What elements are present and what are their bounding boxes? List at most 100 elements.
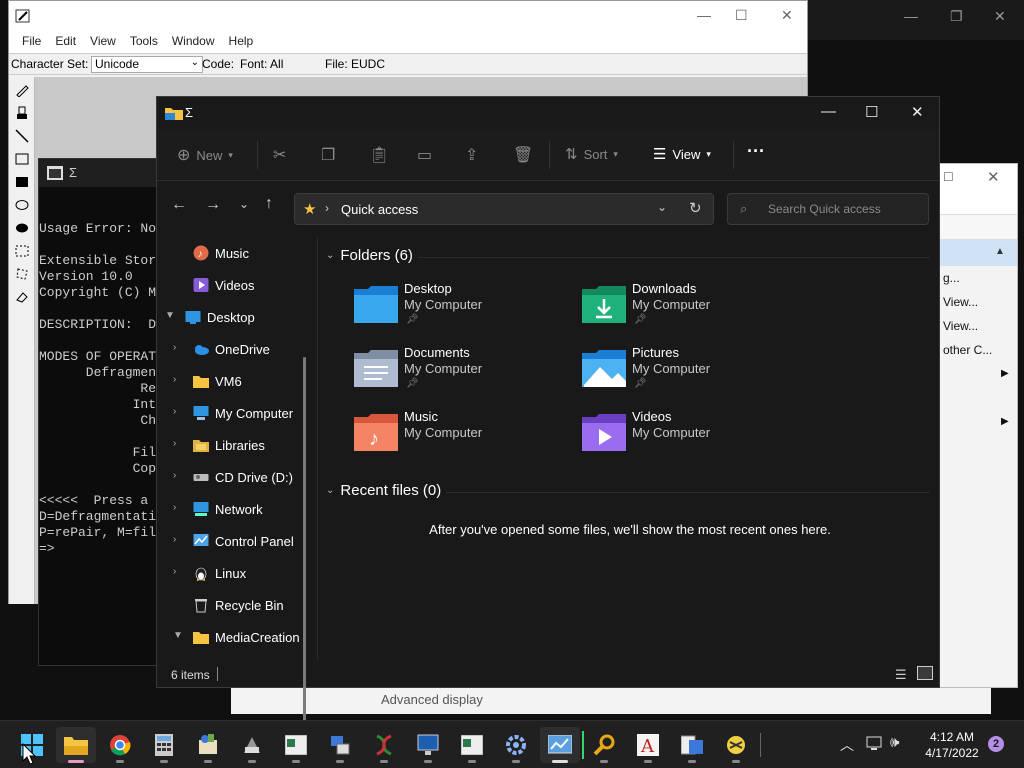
chevron-down-icon[interactable]: ⌄: [657, 200, 667, 214]
sidebar-item-onedrive[interactable]: › OneDrive: [157, 333, 313, 365]
new-button[interactable]: ⊕ New ▾: [177, 145, 233, 165]
back-arrow-icon[interactable]: ←: [171, 196, 187, 214]
background-window-selected-row[interactable]: ▲: [931, 240, 1017, 266]
sidebar-item-music[interactable]: ♪ Music: [157, 237, 313, 269]
list-item-submenu[interactable]: ▶: [931, 410, 1017, 434]
sidebar-item-network[interactable]: › Network: [157, 493, 313, 525]
more-options-button[interactable]: ···: [747, 141, 765, 162]
restore-icon[interactable]: ☐: [943, 170, 954, 184]
folder-tile-downloads[interactable]: Downloads My Computer 📌︎: [582, 281, 802, 337]
details-view-icon[interactable]: ☰: [895, 667, 907, 683]
notification-badge[interactable]: 2: [988, 736, 1004, 752]
close-icon[interactable]: ✕: [911, 103, 924, 121]
copy-button[interactable]: ❐: [321, 145, 335, 165]
taskbar-app[interactable]: [320, 727, 360, 763]
show-hidden-icons-chevron-icon[interactable]: ︿: [840, 735, 854, 755]
taskbar-app-active[interactable]: [540, 727, 580, 763]
chevron-right-icon[interactable]: ›: [173, 502, 176, 513]
delete-button[interactable]: 🗑︎: [513, 145, 533, 165]
taskbar-settings[interactable]: [496, 727, 536, 763]
recent-locations-chevron-icon[interactable]: ⌄: [239, 197, 249, 211]
paste-button[interactable]: 📋︎: [369, 145, 389, 165]
close-icon[interactable]: ✕: [994, 8, 1006, 25]
restore-icon[interactable]: ❐: [950, 8, 963, 25]
close-icon[interactable]: ✕: [987, 168, 1000, 186]
network-status-icon[interactable]: [866, 736, 884, 752]
taskbar-app[interactable]: [716, 727, 756, 763]
sidebar-item-recycle-bin[interactable]: Recycle Bin: [157, 589, 313, 621]
sidebar-item-linux[interactable]: › Linux: [157, 557, 313, 589]
forward-arrow-icon[interactable]: →: [205, 196, 221, 214]
menu-file[interactable]: File: [15, 31, 48, 53]
hollow-ellipse-icon[interactable]: [12, 195, 32, 215]
menu-view[interactable]: View: [83, 31, 123, 53]
sidebar-item-cd-drive-d[interactable]: › CD Drive (D:): [157, 461, 313, 493]
chevron-right-icon[interactable]: ›: [173, 342, 176, 353]
sidebar-item-control-panel[interactable]: › Control Panel: [157, 525, 313, 557]
minimize-icon[interactable]: —: [904, 8, 918, 24]
charset-select[interactable]: Unicode ⌄: [91, 56, 203, 73]
chevron-right-icon[interactable]: ›: [173, 470, 176, 481]
advanced-display-link[interactable]: Advanced display: [381, 692, 483, 707]
filled-rectangle-icon[interactable]: [12, 172, 32, 192]
chevron-right-icon[interactable]: ›: [173, 438, 176, 449]
list-item[interactable]: other C...: [931, 338, 1017, 362]
taskbar-app[interactable]: [232, 727, 272, 763]
sidebar-item-my-computer[interactable]: › My Computer: [157, 397, 313, 429]
hollow-rectangle-icon[interactable]: [12, 149, 32, 169]
chevron-right-icon[interactable]: ›: [173, 534, 176, 545]
sidebar-item-videos[interactable]: Videos: [157, 269, 313, 301]
taskbar-app[interactable]: [188, 727, 228, 763]
clock[interactable]: 4:12 AM 4/17/2022: [918, 729, 986, 761]
rectangular-select-icon[interactable]: [12, 241, 32, 261]
search-input[interactable]: ⌕ Search Quick access: [727, 193, 929, 225]
taskbar-chrome[interactable]: [100, 727, 140, 763]
taskbar-app[interactable]: [408, 727, 448, 763]
sidebar-item-libraries[interactable]: › Libraries: [157, 429, 313, 461]
chevron-down-icon[interactable]: ▼: [165, 310, 175, 321]
maximize-icon[interactable]: ☐: [865, 103, 878, 121]
menu-tools[interactable]: Tools: [123, 31, 165, 53]
sidebar-item-mediacreation[interactable]: ▼ MediaCreation: [157, 621, 313, 653]
taskbar-app[interactable]: [584, 727, 624, 763]
close-icon[interactable]: ✕: [781, 7, 793, 24]
pencil-icon[interactable]: [12, 80, 32, 100]
list-item[interactable]: View...: [931, 314, 1017, 338]
sort-button[interactable]: ⇅ Sort ▾: [565, 145, 618, 163]
filled-ellipse-icon[interactable]: [12, 218, 32, 238]
minimize-icon[interactable]: —: [697, 7, 711, 23]
rename-button[interactable]: ▭: [417, 145, 432, 165]
folder-tile-music[interactable]: ♪ Music My Computer: [354, 409, 574, 465]
address-bar[interactable]: ★ › Quick access ⌄ ↻: [294, 193, 714, 225]
chevron-down-icon[interactable]: ▼: [173, 630, 183, 641]
list-item-submenu[interactable]: ▶: [931, 362, 1017, 386]
menu-help[interactable]: Help: [222, 31, 261, 53]
taskbar-app[interactable]: [672, 727, 712, 763]
maximize-icon[interactable]: ☐: [735, 7, 748, 24]
recent-files-section-header[interactable]: ⌄ Recent files (0): [326, 482, 441, 499]
chevron-right-icon[interactable]: ›: [173, 566, 176, 577]
taskbar-app[interactable]: [452, 727, 492, 763]
taskbar-calculator[interactable]: [144, 727, 184, 763]
menu-edit[interactable]: Edit: [48, 31, 83, 53]
freeform-select-icon[interactable]: [12, 264, 32, 284]
cut-button[interactable]: ✂: [273, 145, 286, 165]
brush-icon[interactable]: [12, 103, 32, 123]
sidebar-item-vm6[interactable]: › VM6: [157, 365, 313, 397]
folder-tile-videos[interactable]: Videos My Computer: [582, 409, 802, 465]
taskbar-app[interactable]: [276, 727, 316, 763]
taskbar-app[interactable]: A: [628, 727, 668, 763]
folder-tile-desktop[interactable]: Desktop My Computer 📌︎: [354, 281, 574, 337]
chevron-right-icon[interactable]: ›: [173, 406, 176, 417]
view-button[interactable]: ☰ View ▾: [653, 145, 711, 163]
sidebar-item-desktop[interactable]: ▼ Desktop: [157, 301, 313, 333]
up-arrow-icon[interactable]: ↑: [265, 195, 273, 213]
taskbar-file-explorer[interactable]: [56, 727, 96, 763]
list-item[interactable]: g...: [931, 266, 1017, 290]
volume-icon[interactable]: 🕪︎: [890, 734, 899, 751]
folder-tile-pictures[interactable]: Pictures My Computer 📌︎: [582, 345, 802, 401]
eraser-icon[interactable]: [12, 287, 32, 307]
tiles-view-icon[interactable]: [917, 666, 933, 680]
folder-tile-documents[interactable]: Documents My Computer 📌︎: [354, 345, 574, 401]
chevron-right-icon[interactable]: ›: [173, 374, 176, 385]
